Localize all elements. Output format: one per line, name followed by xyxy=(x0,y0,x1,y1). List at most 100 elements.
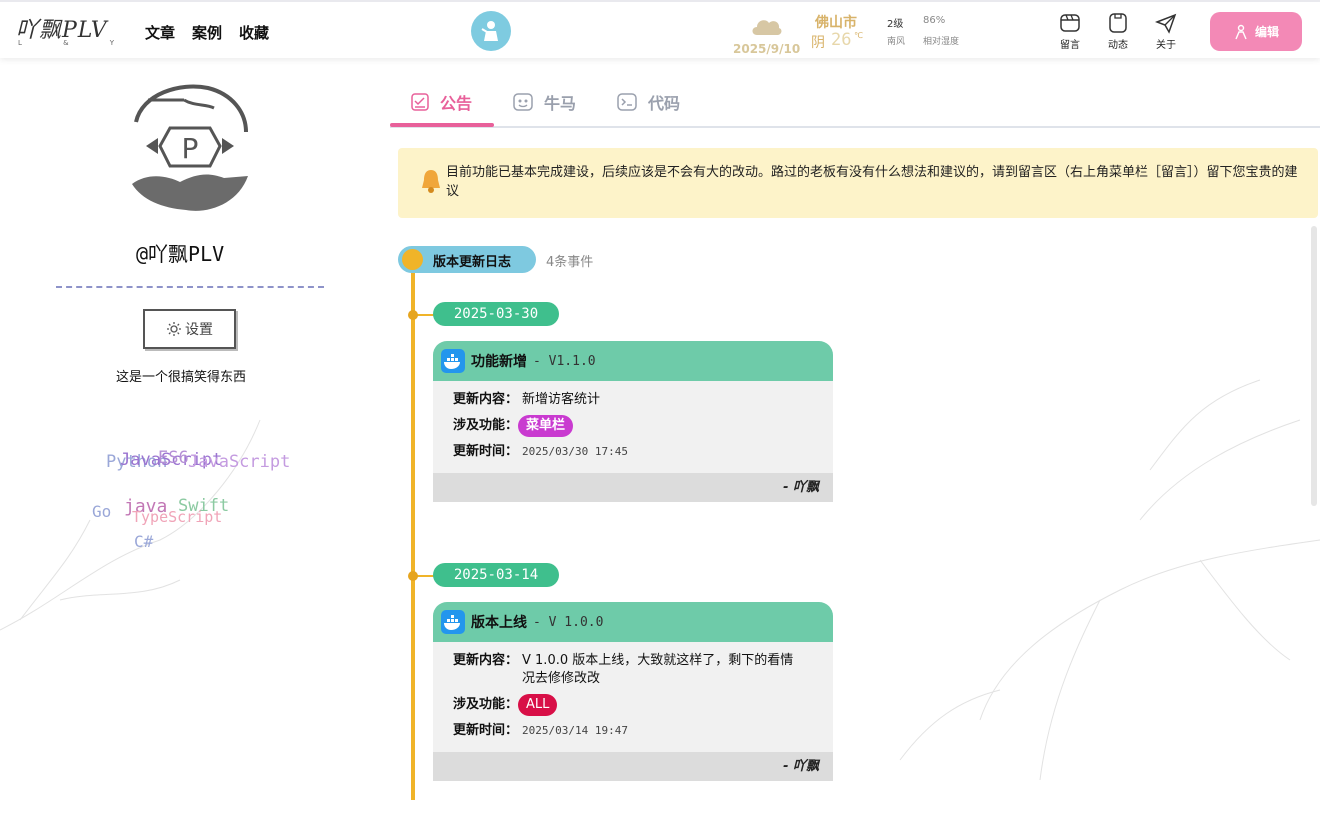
logo-sub-amp: & xyxy=(63,39,69,47)
header-about-button[interactable]: 关于 xyxy=(1148,12,1184,51)
bell-icon xyxy=(422,170,440,193)
tab-code[interactable]: 代码 xyxy=(616,90,680,114)
feature-row: 涉及功能： 菜单栏 xyxy=(453,415,813,437)
tag-go[interactable]: Go xyxy=(92,502,111,521)
timeline-header-dot xyxy=(402,249,423,270)
wind-level: 2级 xyxy=(887,19,904,30)
feature-chip[interactable]: 菜单栏 xyxy=(518,415,574,437)
tab-niuma-label: 牛马 xyxy=(544,94,577,113)
time-row: 更新时间： 2025/03/30 17:45 xyxy=(453,443,813,461)
logo-sub-l: L xyxy=(18,39,22,47)
tag-typescript[interactable]: TypeScript xyxy=(132,508,222,526)
content-label: 更新内容： xyxy=(453,653,519,668)
time-label: 更新时间： xyxy=(453,444,519,459)
humidity-label: 相对湿度 xyxy=(923,37,960,47)
main-nav: 文章 案例 收藏 xyxy=(145,22,269,43)
tag-csharp[interactable]: C# xyxy=(134,532,153,551)
content-label: 更新内容： xyxy=(453,392,519,407)
time-value: 2025/03/14 19:47 xyxy=(522,724,628,737)
timeline-line xyxy=(411,268,415,800)
feature-label: 涉及功能： xyxy=(453,697,519,712)
timeline-count: 4条事件 xyxy=(546,255,594,270)
tab-code-label: 代码 xyxy=(648,94,681,113)
event-card-body: 更新内容： V 1.0.0 版本上线，大致就这样了，剩下的看情况去修修改改 涉及… xyxy=(433,642,833,752)
settings-button[interactable]: 设置 xyxy=(143,309,236,349)
gear-icon xyxy=(167,322,181,336)
docker-icon xyxy=(441,610,465,634)
feature-label: 涉及功能： xyxy=(453,418,519,433)
checklist-icon xyxy=(411,93,429,111)
nav-articles[interactable]: 文章 xyxy=(145,22,175,43)
humidity-value: 86% xyxy=(923,15,946,26)
timeline-dot xyxy=(408,310,418,320)
timeline-dot xyxy=(408,571,418,581)
terminal-icon xyxy=(617,93,637,111)
tab-announcement[interactable]: 公告 xyxy=(410,90,472,114)
wind-direction: 南风 xyxy=(887,37,906,47)
tag-javascript-2[interactable]: JavaScript xyxy=(188,452,290,472)
event-card-header: 功能新增 - V1.1.0 xyxy=(433,341,833,381)
center-avatar[interactable] xyxy=(471,11,511,51)
event-date: 2025-03-14 xyxy=(433,563,559,587)
paper-plane-icon xyxy=(1155,13,1177,34)
tab-niuma[interactable]: 牛马 xyxy=(512,90,576,114)
docker-icon xyxy=(441,349,465,373)
event-author: - 吖飘 xyxy=(433,473,833,502)
weather-condition: 阴 xyxy=(811,35,825,51)
event-card: 版本上线 - V 1.0.0 更新内容： V 1.0.0 版本上线，大致就这样了… xyxy=(433,602,833,781)
edit-button[interactable]: 编辑 xyxy=(1210,12,1302,51)
profile-name: @吖飘PLV xyxy=(136,242,225,266)
logo-subtext: L & Y xyxy=(16,39,116,47)
tag-es6[interactable]: ES6 xyxy=(158,448,189,468)
time-label: 更新时间： xyxy=(453,723,519,738)
time-row: 更新时间： 2025/03/14 19:47 xyxy=(453,722,813,740)
event-date: 2025-03-30 xyxy=(433,302,559,326)
message-label: 留言 xyxy=(1060,40,1080,51)
edit-label: 编辑 xyxy=(1254,25,1279,39)
weather-date: 2025/9/10 xyxy=(733,42,801,56)
about-label: 关于 xyxy=(1156,40,1176,51)
content-tabs: 公告 牛马 代码 xyxy=(390,80,1320,128)
content-row: 更新内容： V 1.0.0 版本上线，大致就这样了，剩下的看情况去修修改改 xyxy=(453,652,813,688)
feature-row: 涉及功能： ALL xyxy=(453,694,813,716)
event-version: - V1.1.0 xyxy=(533,353,596,369)
tab-announcement-label: 公告 xyxy=(440,94,473,113)
event-card: 功能新增 - V1.1.0 更新内容： 新增访客统计 涉及功能： 菜单栏 更新时… xyxy=(433,341,833,502)
profile-bio: 这是一个很搞笑得东西 xyxy=(116,370,247,385)
scrollbar[interactable] xyxy=(1311,226,1317,506)
content-value: 新增访客统计 xyxy=(522,392,601,407)
edit-person-icon xyxy=(1235,24,1247,39)
event-card-body: 更新内容： 新增访客统计 涉及功能： 菜单栏 更新时间： 2025/03/30 … xyxy=(433,381,833,473)
feature-chip[interactable]: ALL xyxy=(518,694,558,716)
settings-label: 设置 xyxy=(185,322,213,338)
avatar-emblem-icon: P xyxy=(132,84,248,211)
active-tab-indicator xyxy=(390,123,494,127)
event-card-header: 版本上线 - V 1.0.0 xyxy=(433,602,833,642)
logo-sub-y: Y xyxy=(109,39,114,47)
message-icon xyxy=(1060,14,1080,32)
notice-text: 目前功能已基本完成建设，后续应该是不会有大的改动。路过的老板有没有什么想法和建议… xyxy=(446,165,1298,199)
weather-temp: 26 xyxy=(831,30,852,50)
sidebar-divider xyxy=(56,286,324,288)
weather-widget: 2025/9/10 佛山市 阴 26 ℃ 2级 南风 86% 相对湿度 xyxy=(733,10,973,58)
event-title: 功能新增 xyxy=(471,354,527,370)
event-version: - V 1.0.0 xyxy=(533,614,604,630)
site-logo[interactable]: 吖飘PLV L & Y xyxy=(16,12,116,52)
nav-favorites[interactable]: 收藏 xyxy=(239,22,269,43)
cloud-icon xyxy=(752,20,782,35)
person-icon xyxy=(481,21,498,41)
timeline-header: 版本更新日志 xyxy=(398,246,536,273)
profile-avatar[interactable]: P xyxy=(128,80,252,214)
timeline-title: 版本更新日志 xyxy=(433,255,512,270)
content-row: 更新内容： 新增访客统计 xyxy=(453,391,813,409)
header-moments-button[interactable]: 动态 xyxy=(1100,12,1136,51)
face-icon xyxy=(513,93,533,111)
svg-text:P: P xyxy=(182,132,199,165)
nav-cases[interactable]: 案例 xyxy=(192,22,222,43)
moments-icon xyxy=(1109,13,1127,33)
notice-banner: 目前功能已基本完成建设，后续应该是不会有大的改动。路过的老板有没有什么想法和建议… xyxy=(398,148,1318,218)
top-header: 吖飘PLV L & Y 文章 案例 收藏 2025/9/10 佛山市 阴 26 … xyxy=(0,0,1320,58)
skill-tag-cloud: Python JavaScript ES6 JavaScript Go java… xyxy=(80,440,320,560)
event-title: 版本上线 xyxy=(471,615,527,631)
header-message-button[interactable]: 留言 xyxy=(1052,12,1088,51)
